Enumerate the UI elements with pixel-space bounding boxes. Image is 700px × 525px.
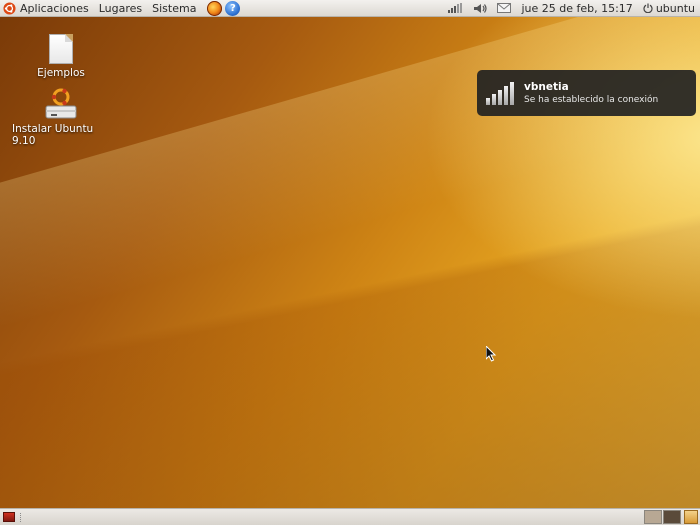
system-menu-label: Sistema: [152, 1, 197, 15]
mail-icon[interactable]: [492, 0, 516, 17]
signal-bar: [510, 82, 514, 105]
notification-title: vbnetia: [524, 81, 569, 93]
places-menu-label: Lugares: [98, 1, 143, 15]
workspace-1[interactable]: [644, 510, 662, 524]
desktop-icon-install-ubuntu[interactable]: Instalar Ubuntu 9.10: [12, 88, 110, 147]
bottom-panel: [0, 508, 700, 525]
power-icon: [643, 3, 653, 13]
file-icon: [49, 34, 73, 64]
clock-label: jue 25 de feb, 15:17: [521, 1, 633, 15]
firefox-icon[interactable]: [207, 0, 223, 16]
signal-bar: [504, 86, 508, 105]
ubuntu-logo-icon: [3, 1, 16, 15]
signal-bar: [492, 94, 496, 105]
notification-text: vbnetia Se ha establecido la conexión: [524, 81, 658, 105]
top-panel: Aplicaciones Lugares Sistema ? jue 25 de…: [0, 0, 700, 17]
desktop-icon-examples[interactable]: Ejemplos: [36, 34, 86, 79]
applications-menu-label: Aplicaciones: [20, 1, 89, 15]
user-name-label: ubuntu: [655, 1, 695, 15]
places-menu[interactable]: Lugares: [94, 0, 147, 17]
system-menu[interactable]: Sistema: [147, 0, 201, 17]
system-tray: jue 25 de feb, 15:17 ubuntu: [443, 0, 700, 17]
desktop-icon-label: Instalar Ubuntu 9.10: [12, 123, 94, 147]
applications-menu[interactable]: Aplicaciones: [0, 0, 94, 17]
help-icon[interactable]: ?: [225, 0, 241, 16]
envelope-icon: [497, 3, 512, 13]
speaker-icon: [474, 3, 488, 13]
network-signal-icon[interactable]: [443, 0, 469, 17]
panel-handle[interactable]: [20, 512, 23, 522]
desktop-icon-label: Ejemplos: [37, 67, 85, 79]
network-signal-icon: [486, 81, 514, 105]
network-bars-icon: [448, 3, 463, 13]
volume-icon[interactable]: [469, 0, 492, 17]
clock[interactable]: jue 25 de feb, 15:17: [516, 0, 637, 17]
workspace-switcher: [643, 510, 698, 525]
notification-bubble: vbnetia Se ha establecido la conexión: [477, 70, 696, 116]
workspace-2[interactable]: [663, 510, 681, 524]
session-menu[interactable]: ubuntu: [638, 0, 700, 17]
mouse-cursor-icon: [486, 346, 497, 362]
installer-icon: [45, 88, 77, 119]
signal-bar: [498, 90, 502, 105]
show-desktop-icon[interactable]: [3, 512, 15, 522]
signal-bar: [486, 98, 490, 105]
trash-icon[interactable]: [684, 510, 698, 524]
main-menu: Aplicaciones Lugares Sistema ?: [0, 0, 241, 17]
help-icon-glyph: ?: [230, 2, 236, 14]
notification-body: Se ha establecido la conexión: [524, 95, 659, 105]
